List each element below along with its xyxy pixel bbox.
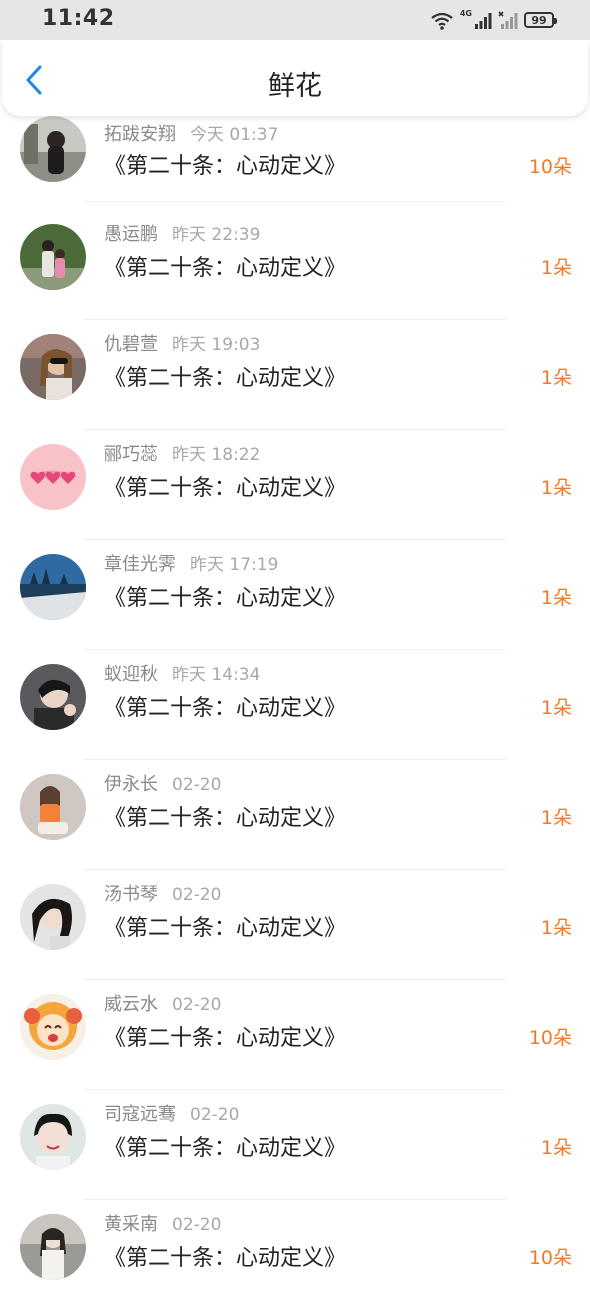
user-name: 伊永长 — [104, 774, 158, 795]
user-name: 愚运鹏 — [104, 224, 158, 245]
list-item[interactable]: 蚁迎秋 昨天 14:34 《第二十条：心动定义》 1朵 — [0, 650, 590, 760]
battery-icon: 99 — [524, 12, 557, 28]
list-item[interactable]: 章佳光霁 昨天 17:19 《第二十条：心动定义》 1朵 — [0, 540, 590, 650]
avatar[interactable] — [20, 334, 86, 400]
row-name-line: 郦巧蕊 昨天 18:22 — [104, 440, 260, 466]
row-name-line: 威云水 02-20 — [104, 990, 221, 1016]
signal-no-service-icon — [498, 11, 518, 29]
signal-icon — [475, 13, 492, 29]
flower-count: 10朵 — [528, 156, 572, 178]
page-title: 鲜花 — [268, 71, 322, 102]
timestamp: 今天 01:37 — [190, 125, 279, 145]
timestamp: 02-20 — [172, 775, 222, 795]
row-name-line: 司寇远骞 02-20 — [104, 1100, 239, 1126]
row-name-line: 愚运鹏 昨天 22:39 — [104, 220, 260, 246]
avatar[interactable] — [20, 1104, 86, 1170]
drama-title[interactable]: 《第二十条：心动定义》 — [104, 148, 346, 180]
flower-count: 1朵 — [540, 477, 572, 499]
drama-title[interactable]: 《第二十条：心动定义》 — [104, 1020, 346, 1052]
drama-title[interactable]: 《第二十条：心动定义》 — [104, 470, 346, 502]
user-name: 章佳光霁 — [104, 554, 176, 575]
flower-count: 10朵 — [528, 1247, 572, 1269]
flower-count: 1朵 — [540, 367, 572, 389]
drama-title[interactable]: 《第二十条：心动定义》 — [104, 800, 346, 832]
status-icons: 4G 99 — [430, 9, 557, 31]
list-item[interactable]: 愚运鹏 昨天 22:39 《第二十条：心动定义》 1朵 — [0, 210, 590, 320]
drama-title[interactable]: 《第二十条：心动定义》 — [104, 580, 346, 612]
avatar[interactable] — [20, 224, 86, 290]
avatar[interactable] — [20, 664, 86, 730]
timestamp: 02-20 — [172, 885, 222, 905]
user-name: 黄采南 — [104, 1214, 158, 1235]
row-name-line: 蚁迎秋 昨天 14:34 — [104, 660, 260, 686]
drama-title[interactable]: 《第二十条：心动定义》 — [104, 1130, 346, 1162]
timestamp: 昨天 22:39 — [172, 225, 261, 245]
row-name-line: 仇碧萱 昨天 19:03 — [104, 330, 260, 356]
list-item[interactable]: 黄采南 02-20 《第二十条：心动定义》 10朵 — [0, 1200, 590, 1310]
avatar[interactable] — [20, 884, 86, 950]
user-name: 司寇远骞 — [104, 1104, 176, 1125]
flower-count: 1朵 — [540, 587, 572, 609]
timestamp: 昨天 17:19 — [190, 555, 279, 575]
flower-count: 10朵 — [528, 1027, 572, 1049]
status-bar: 11:42 4G 99 — [0, 0, 590, 40]
user-name: 蚁迎秋 — [104, 664, 158, 685]
drama-title[interactable]: 《第二十条：心动定义》 — [104, 360, 346, 392]
user-name: 威云水 — [104, 994, 158, 1015]
avatar[interactable] — [20, 774, 86, 840]
user-name: 仇碧萱 — [104, 334, 158, 355]
drama-title[interactable]: 《第二十条：心动定义》 — [104, 250, 346, 282]
list-item[interactable]: 司寇远骞 02-20 《第二十条：心动定义》 1朵 — [0, 1090, 590, 1200]
timestamp: 昨天 19:03 — [172, 335, 261, 355]
timestamp: 02-20 — [172, 1215, 222, 1235]
list-item[interactable]: 仇碧萱 昨天 19:03 《第二十条：心动定义》 1朵 — [0, 320, 590, 430]
flower-count: 1朵 — [540, 917, 572, 939]
avatar[interactable] — [20, 554, 86, 620]
timestamp: 昨天 14:34 — [172, 665, 261, 685]
navigation-bar: 鲜花 — [2, 40, 588, 116]
avatar[interactable] — [20, 994, 86, 1060]
row-name-line: 伊永长 02-20 — [104, 770, 221, 796]
list-item[interactable]: 伊永长 02-20 《第二十条：心动定义》 1朵 — [0, 760, 590, 870]
row-name-line: 汤书琴 02-20 — [104, 880, 221, 906]
avatar[interactable] — [20, 116, 86, 182]
avatar[interactable] — [20, 1214, 86, 1280]
timestamp: 02-20 — [172, 995, 222, 1015]
list-item[interactable]: 拓跋安翔 今天 01:37 《第二十条：心动定义》 10朵 — [0, 110, 590, 220]
flower-count: 1朵 — [540, 807, 572, 829]
drama-title[interactable]: 《第二十条：心动定义》 — [104, 690, 346, 722]
list-item[interactable]: 威云水 02-20 《第二十条：心动定义》 10朵 — [0, 980, 590, 1090]
timestamp: 昨天 18:22 — [172, 445, 261, 465]
row-name-line: 拓跋安翔 今天 01:37 — [104, 120, 278, 146]
battery-level: 99 — [531, 13, 547, 27]
network-type: 4G — [459, 9, 472, 18]
flower-count: 1朵 — [540, 1137, 572, 1159]
timestamp: 02-20 — [190, 1105, 240, 1125]
row-name-line: 黄采南 02-20 — [104, 1210, 221, 1236]
user-name: 拓跋安翔 — [104, 124, 176, 145]
drama-title[interactable]: 《第二十条：心动定义》 — [104, 910, 346, 942]
wifi-icon — [431, 12, 453, 30]
list-item[interactable]: 郦巧蕊 昨天 18:22 《第二十条：心动定义》 1朵 — [0, 430, 590, 540]
user-name: 汤书琴 — [104, 884, 158, 905]
flower-count: 1朵 — [540, 257, 572, 279]
avatar[interactable] — [20, 444, 86, 510]
drama-title[interactable]: 《第二十条：心动定义》 — [104, 1240, 346, 1272]
user-name: 郦巧蕊 — [104, 444, 158, 465]
row-name-line: 章佳光霁 昨天 17:19 — [104, 550, 278, 576]
list-item[interactable]: 汤书琴 02-20 《第二十条：心动定义》 1朵 — [0, 870, 590, 980]
divider — [84, 201, 506, 202]
status-time: 11:42 — [42, 6, 115, 31]
flower-count: 1朵 — [540, 697, 572, 719]
